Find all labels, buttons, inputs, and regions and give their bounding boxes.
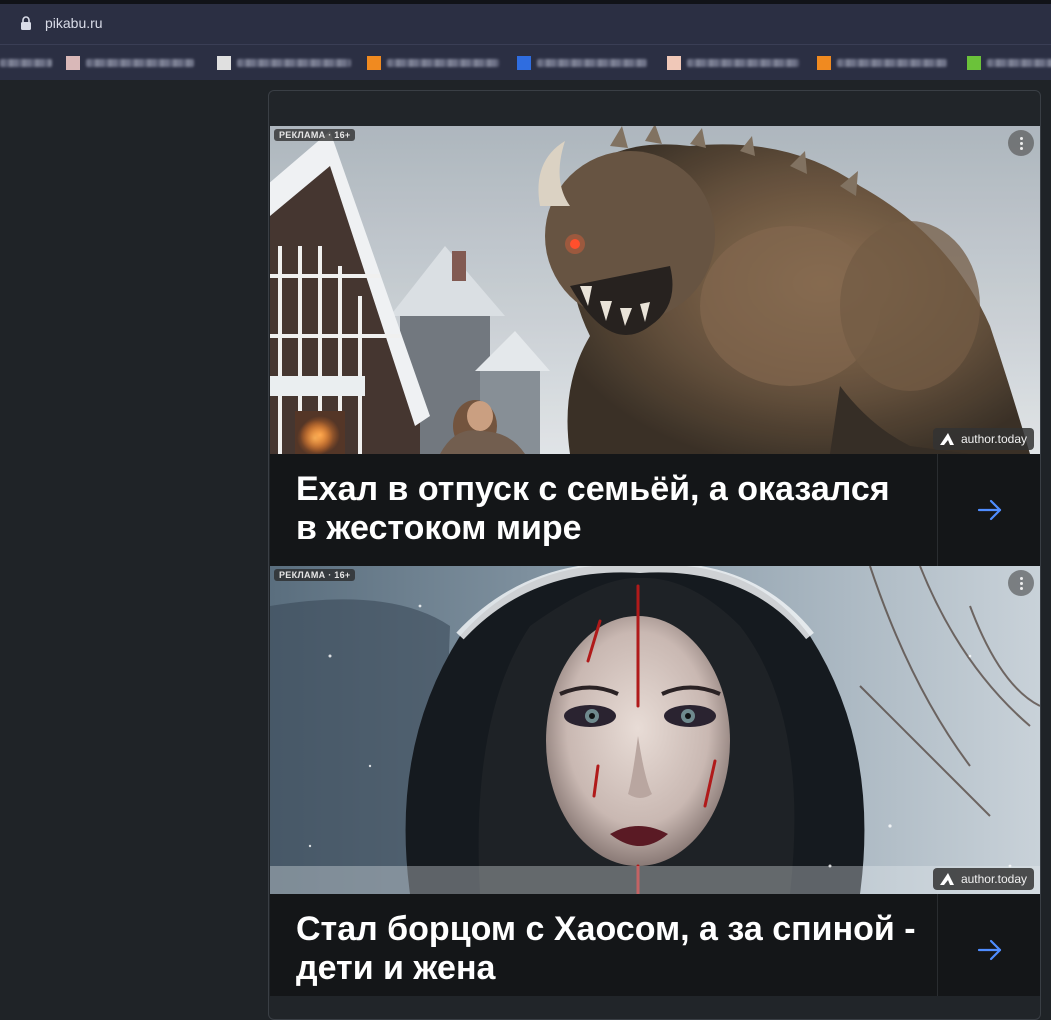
bookmark-favicon-icon — [367, 56, 381, 70]
author-today-logo-icon — [939, 873, 954, 885]
ad-badge: РЕКЛАМА · 16+ — [274, 129, 356, 141]
bookmark-favicon-icon — [217, 56, 231, 70]
arrow-right-icon — [977, 939, 1001, 961]
ad-open-button[interactable] — [937, 894, 1040, 996]
bookmark-favicon-icon — [667, 56, 681, 70]
bookmark-favicon-icon — [66, 56, 80, 70]
lock-icon — [21, 16, 31, 30]
bookmark-label-blurred — [687, 59, 799, 67]
bookmark-item[interactable] — [967, 55, 1051, 71]
bookmark-item[interactable] — [517, 55, 647, 71]
bookmark-label-blurred — [387, 59, 499, 67]
ad-image[interactable]: РЕКЛАМА · 16+ author.today — [270, 566, 1040, 894]
ad-title-row[interactable]: Стал борцом с Хаосом, а за спиной - дети… — [270, 894, 1040, 996]
bookmark-label-blurred — [987, 59, 1051, 67]
ad-title[interactable]: Ехал в отпуск с семьёй, а оказался в жес… — [296, 470, 916, 548]
bookmark-favicon-icon — [817, 56, 831, 70]
bookmark-favicon-icon — [517, 56, 531, 70]
bookmark-item[interactable] — [217, 55, 351, 71]
bookmark-label-blurred — [237, 59, 351, 67]
ad-open-button[interactable] — [937, 454, 1040, 566]
bookmark-item[interactable] — [66, 55, 194, 71]
bookmarks-bar — [0, 44, 1051, 80]
ad-source-label: author.today — [960, 432, 1027, 446]
bookmark-item[interactable] — [367, 55, 499, 71]
ad-illustration-woman — [270, 566, 1040, 894]
bookmark-label-blurred — [837, 59, 947, 67]
ad-source-link[interactable]: author.today — [932, 868, 1034, 890]
ad-source-label: author.today — [960, 872, 1027, 886]
ad-illustration-monster — [270, 126, 1040, 454]
bookmark-item[interactable] — [817, 55, 947, 71]
ad-badge: РЕКЛАМА · 16+ — [274, 569, 356, 581]
bookmark-item[interactable] — [0, 55, 52, 71]
bookmark-favicon-icon — [967, 56, 981, 70]
bookmark-label-blurred — [0, 59, 52, 67]
author-today-logo-icon — [939, 433, 954, 445]
more-options-icon[interactable] — [1008, 570, 1034, 596]
ad-card[interactable]: РЕКЛАМА · 16+ author.today Стал борцом с… — [270, 566, 1040, 996]
ad-title-row[interactable]: Ехал в отпуск с семьёй, а оказался в жес… — [270, 454, 1040, 566]
ad-image[interactable]: РЕКЛАМА · 16+ author.today — [270, 126, 1040, 454]
bookmark-label-blurred — [537, 59, 647, 67]
arrow-right-icon — [977, 499, 1001, 521]
ad-card[interactable]: РЕКЛАМА · 16+ author.today Ехал в отпуск… — [270, 126, 1040, 566]
bookmark-item[interactable] — [667, 55, 799, 71]
ad-title[interactable]: Стал борцом с Хаосом, а за спиной - дети… — [296, 910, 916, 988]
more-options-icon[interactable] — [1008, 130, 1034, 156]
ad-source-link[interactable]: author.today — [932, 428, 1034, 450]
address-bar[interactable]: pikabu.ru — [0, 4, 1051, 44]
url-text[interactable]: pikabu.ru — [45, 15, 103, 31]
bookmark-label-blurred — [86, 59, 194, 67]
browser-chrome: pikabu.ru — [0, 0, 1051, 80]
